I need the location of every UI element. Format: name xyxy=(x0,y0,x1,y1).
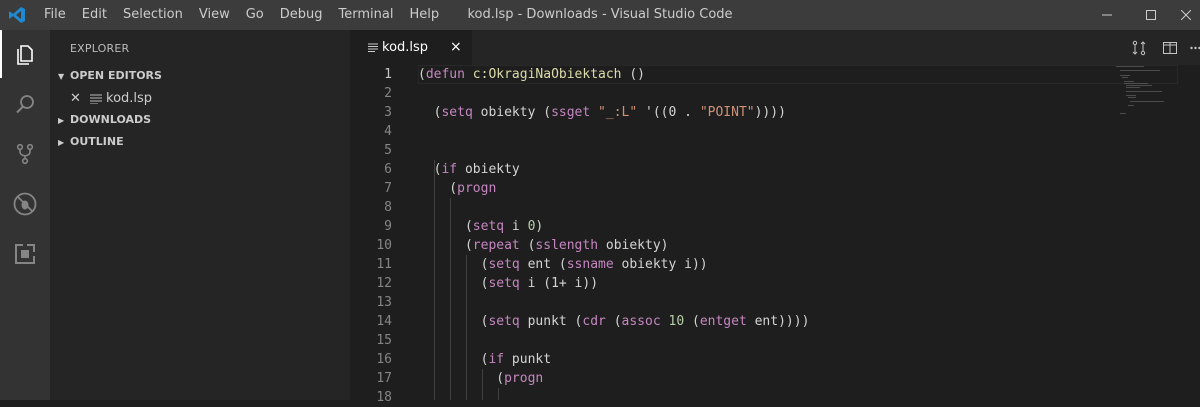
activity-debug[interactable] xyxy=(0,180,50,228)
section-outline[interactable]: ▶ OUTLINE xyxy=(50,131,350,153)
menu-view[interactable]: View xyxy=(191,0,238,30)
minimap-line xyxy=(1120,75,1130,76)
minimap-line xyxy=(1124,83,1148,84)
code-line[interactable]: (defun c:OkragiNaObiektach () xyxy=(418,65,645,84)
explorer-sidebar: EXPLORER ▼ OPEN EDITORS ✕ kod.lsp ▶ DOWNLO… xyxy=(50,30,350,400)
minimap-line xyxy=(1120,113,1126,114)
minimap-line xyxy=(1126,85,1152,86)
minimap-line xyxy=(1122,77,1128,78)
line-number: 9 xyxy=(384,219,392,234)
menu-debug[interactable]: Debug xyxy=(272,0,331,30)
minimap-line xyxy=(1126,87,1140,88)
line-number: 16 xyxy=(376,352,392,367)
code-editor[interactable]: 1 2 3 4 5 6 7 8 9 10 11 12 13 14 15 16 17 18 (defun c:Okr… xyxy=(350,65,1200,405)
line-number: 1 xyxy=(384,67,392,82)
maximize-icon xyxy=(1146,10,1156,20)
title-bar: File Edit Selection View Go Debug Termin… xyxy=(0,0,1200,30)
chevron-right-icon: ▶ xyxy=(58,138,65,147)
editor-tab-bar: kod.lsp × xyxy=(350,30,1200,65)
minimize-icon xyxy=(1102,14,1112,16)
line-number: 14 xyxy=(376,314,392,329)
extensions-icon xyxy=(15,243,36,264)
menu-file[interactable]: File xyxy=(36,0,74,30)
minimap-line xyxy=(1124,81,1134,82)
menu-help[interactable]: Help xyxy=(401,0,447,30)
minimize-button[interactable] xyxy=(1084,0,1130,30)
code-line[interactable]: (setq i (1+ i)) xyxy=(418,274,598,293)
activity-search[interactable] xyxy=(0,80,50,128)
minimap-line xyxy=(1130,101,1164,102)
line-number: 2 xyxy=(384,86,392,101)
menu-selection[interactable]: Selection xyxy=(115,0,191,30)
vscode-logo-icon xyxy=(9,7,25,23)
section-open-editors[interactable]: ▼ OPEN EDITORS xyxy=(50,65,350,87)
line-number: 8 xyxy=(384,200,392,215)
open-editor-filename: kod.lsp xyxy=(106,91,153,106)
code-line[interactable]: (progn xyxy=(418,369,543,388)
activity-source-control[interactable] xyxy=(0,130,50,178)
section-downloads-label: DOWNLOADS xyxy=(70,113,152,126)
menu-bar: File Edit Selection View Go Debug Termin… xyxy=(36,0,447,30)
file-lines-icon xyxy=(90,94,102,104)
code-line[interactable]: (setq ent (ssname obiekty i)) xyxy=(418,255,708,274)
line-number: 10 xyxy=(376,238,392,253)
close-icon xyxy=(1181,10,1191,20)
minimap-line xyxy=(1116,66,1144,67)
close-window-button[interactable] xyxy=(1172,0,1200,30)
line-number: 17 xyxy=(376,371,392,386)
minimap-line xyxy=(1120,70,1160,71)
line-number: 13 xyxy=(376,295,392,310)
line-number: 5 xyxy=(384,143,392,158)
more-actions-icon[interactable] xyxy=(1190,46,1200,50)
split-editor-icon[interactable] xyxy=(1162,40,1178,56)
indent-guide xyxy=(498,388,499,400)
tab-kod-lsp[interactable]: kod.lsp × xyxy=(350,30,472,65)
files-icon xyxy=(17,45,33,65)
code-line[interactable]: (setq obiekty (ssget "_:L" '((0 . "POINT… xyxy=(418,103,786,122)
activity-explorer[interactable] xyxy=(0,30,50,78)
menu-go[interactable]: Go xyxy=(238,0,272,30)
chevron-right-icon: ▶ xyxy=(58,116,65,125)
activity-bar xyxy=(0,30,50,400)
chevron-down-icon: ▼ xyxy=(58,72,65,81)
code-line[interactable]: (if punkt xyxy=(418,350,551,369)
section-open-editors-label: OPEN EDITORS xyxy=(70,69,162,82)
line-number: 6 xyxy=(384,162,392,177)
code-line[interactable]: (progn xyxy=(418,179,496,198)
line-number: 11 xyxy=(376,257,392,272)
section-downloads[interactable]: ▶ DOWNLOADS xyxy=(50,109,350,131)
line-number: 12 xyxy=(376,276,392,291)
file-lines-icon xyxy=(368,43,378,52)
minimap[interactable] xyxy=(1116,65,1186,125)
open-editor-item[interactable]: ✕ kod.lsp xyxy=(50,88,350,110)
tab-close-icon[interactable]: × xyxy=(450,30,462,65)
search-icon xyxy=(16,95,34,114)
code-line[interactable]: (setq punkt (cdr (assoc 10 (entget ent))… xyxy=(418,312,810,331)
line-number: 7 xyxy=(384,181,392,196)
code-line[interactable]: (repeat (sslength obiekty) xyxy=(418,236,669,255)
explorer-title: EXPLORER xyxy=(70,42,130,55)
section-outline-label: OUTLINE xyxy=(70,135,124,148)
source-control-icon xyxy=(16,143,34,165)
tab-label: kod.lsp xyxy=(382,40,429,55)
line-number: 18 xyxy=(376,390,392,405)
minimap-line xyxy=(1126,95,1136,96)
open-changes-icon[interactable] xyxy=(1131,40,1147,56)
line-number: 4 xyxy=(384,124,392,139)
minimap-line xyxy=(1128,105,1134,106)
line-number: 15 xyxy=(376,333,392,348)
line-number: 3 xyxy=(384,105,392,120)
minimap-line xyxy=(1128,97,1136,98)
code-line[interactable]: (setq i 0) xyxy=(418,217,543,236)
menu-terminal[interactable]: Terminal xyxy=(331,0,402,30)
close-editor-icon[interactable]: ✕ xyxy=(70,88,81,110)
menu-edit[interactable]: Edit xyxy=(74,0,115,30)
minimap-line xyxy=(1126,91,1162,92)
code-line[interactable]: (if obiekty xyxy=(418,160,520,179)
activity-extensions[interactable] xyxy=(0,230,50,278)
debug-icon xyxy=(13,192,37,216)
maximize-button[interactable] xyxy=(1128,0,1174,30)
